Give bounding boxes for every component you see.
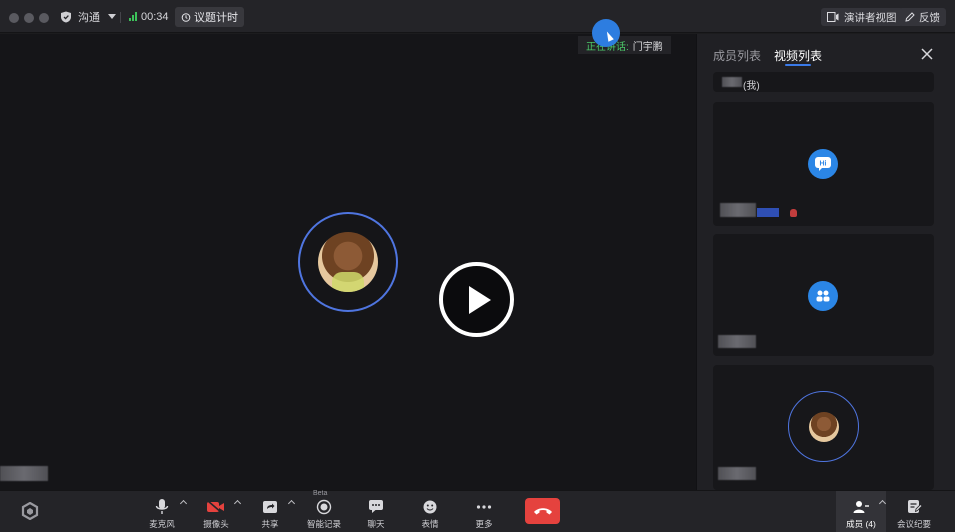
participant-tag-redacted	[757, 208, 779, 217]
speaking-indicator: 正在讲话: 门宇鹏	[578, 36, 671, 54]
app-logo-icon	[21, 502, 39, 520]
window-minimize-dot[interactable]	[24, 13, 34, 23]
shield-icon	[61, 11, 71, 22]
chevron-down-icon	[108, 14, 116, 19]
microphone-icon	[155, 498, 169, 514]
play-icon	[468, 285, 491, 314]
more-label: 更多	[475, 519, 493, 529]
presenter-view-button[interactable]: 演讲者视图	[821, 8, 903, 26]
close-icon[interactable]	[919, 46, 935, 62]
speaking-name: 门宇鹏	[632, 41, 663, 53]
more-button[interactable]: 更多	[458, 492, 510, 530]
window-zoom-dot[interactable]	[39, 13, 49, 23]
participant-name-redacted	[720, 203, 756, 217]
share-icon	[263, 500, 277, 513]
participant-name-redacted	[718, 335, 756, 348]
chat-button[interactable]: 聊天	[350, 492, 402, 530]
camera-off-icon	[207, 499, 224, 514]
meeting-duration: 00:34	[129, 0, 169, 33]
chat-label: 聊天	[367, 519, 385, 529]
participant-name-redacted	[722, 77, 742, 87]
play-button[interactable]	[439, 262, 514, 337]
emoji-button[interactable]: 表情	[404, 492, 456, 530]
chevron-up-icon[interactable]	[233, 499, 242, 508]
microphone-button[interactable]: 麦克风	[136, 492, 188, 530]
chat-app-icon: Hi	[808, 149, 838, 179]
members-label: 成员 (4)	[846, 519, 876, 529]
agenda-timer-label: 议题计时	[194, 12, 238, 24]
pencil-icon	[905, 12, 915, 22]
members-icon	[853, 500, 869, 513]
window-close-dot[interactable]	[9, 13, 19, 23]
agenda-timer-button[interactable]: 议题计时	[175, 7, 244, 27]
notes-icon	[907, 500, 922, 513]
meeting-label: 沟通	[78, 11, 100, 24]
avatar	[318, 232, 378, 292]
participant-name-redacted	[0, 466, 48, 481]
members-button[interactable]: 成员 (4)	[835, 492, 887, 530]
chevron-up-icon[interactable]	[287, 499, 296, 508]
microphone-label: 麦克风	[149, 519, 175, 529]
signal-strength-icon	[129, 12, 137, 21]
record-icon	[316, 499, 332, 514]
meeting-security-menu[interactable]: 沟通	[60, 0, 116, 33]
group-icon	[808, 281, 838, 311]
chevron-up-icon[interactable]	[878, 499, 887, 508]
avatar	[808, 411, 839, 442]
meeting-timer: 00:34	[141, 10, 169, 23]
speaker-ring	[788, 391, 859, 462]
hang-up-icon	[533, 508, 552, 515]
stopwatch-icon	[181, 13, 191, 22]
emoji-icon	[423, 500, 437, 513]
tab-video-list[interactable]: 视频列表	[774, 47, 822, 64]
mic-muted-icon	[790, 209, 797, 217]
chevron-up-icon[interactable]	[179, 499, 188, 508]
share-button[interactable]: 共享	[244, 492, 296, 530]
smart-record-label: 智能记录	[306, 519, 341, 529]
presenter-view-label: 演讲者视图	[844, 11, 897, 24]
smart-record-button[interactable]: 智能记录	[298, 492, 350, 530]
share-label: 共享	[261, 519, 279, 529]
camera-label: 摄像头	[203, 519, 229, 529]
divider	[120, 12, 121, 23]
leave-meeting-button[interactable]	[525, 498, 560, 524]
active-speaker-ring	[298, 212, 398, 312]
tab-member-list[interactable]: 成员列表	[713, 47, 761, 64]
more-icon	[476, 504, 492, 509]
feedback-label: 反馈	[919, 11, 940, 24]
meeting-notes-label: 会议纪要	[896, 519, 931, 529]
self-label: (我)	[743, 81, 760, 92]
emoji-label: 表情	[421, 519, 439, 529]
feedback-button[interactable]: 反馈	[899, 8, 946, 26]
meeting-notes-button[interactable]: 会议纪要	[888, 492, 940, 530]
svg-text:Hi: Hi	[820, 161, 827, 168]
chat-icon	[369, 500, 383, 513]
camera-button[interactable]: 摄像头	[190, 492, 242, 530]
active-tab-indicator	[785, 64, 811, 66]
participant-name-redacted	[718, 467, 756, 480]
presenter-view-icon	[827, 12, 839, 22]
